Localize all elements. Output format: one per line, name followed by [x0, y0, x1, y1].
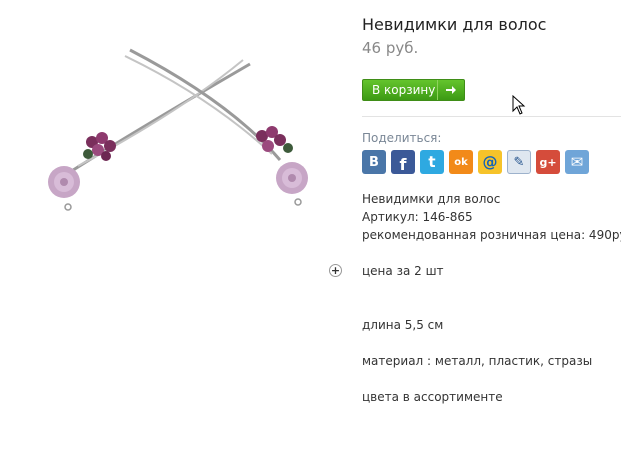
add-to-cart-button[interactable]: В корзину	[362, 79, 465, 101]
twitter-icon[interactable]: t	[420, 150, 444, 174]
mouse-cursor-icon	[512, 95, 526, 115]
livejournal-icon[interactable]: ✎	[507, 150, 531, 174]
facebook-icon[interactable]: f	[391, 150, 415, 174]
description-line: Невидимки для волос	[362, 192, 501, 206]
add-to-cart-label: В корзину	[372, 83, 436, 97]
email-icon[interactable]: ✉	[565, 150, 589, 174]
share-label: Поделиться:	[362, 131, 442, 145]
product-title: Невидимки для волос	[362, 15, 547, 34]
left-ornament	[48, 132, 116, 211]
google-plus-icon[interactable]: g+	[536, 150, 560, 174]
hairpin-right	[124, 48, 282, 161]
right-ornament	[256, 126, 308, 206]
description-line: рекомендованная розничная цена: 490руб	[362, 228, 621, 242]
vkontakte-icon[interactable]: B	[362, 150, 386, 174]
share-buttons: B f t ok @ ✎ g+ ✉	[362, 150, 589, 174]
description-line: материал : металл, пластик, стразы	[362, 354, 593, 368]
arrow-right-icon	[437, 80, 464, 100]
divider	[362, 116, 621, 117]
description-line: цена за 2 шт	[362, 264, 444, 278]
product-price: 46 руб.	[362, 39, 419, 57]
zoom-icon[interactable]: +	[329, 264, 342, 277]
odnoklassniki-icon[interactable]: ok	[449, 150, 473, 174]
description-line: цвета в ассортименте	[362, 390, 503, 404]
description-line: длина 5,5 см	[362, 318, 444, 332]
mailru-icon[interactable]: @	[478, 150, 502, 174]
product-image[interactable]	[30, 42, 330, 222]
description-line: Артикул: 146-865	[362, 210, 473, 224]
